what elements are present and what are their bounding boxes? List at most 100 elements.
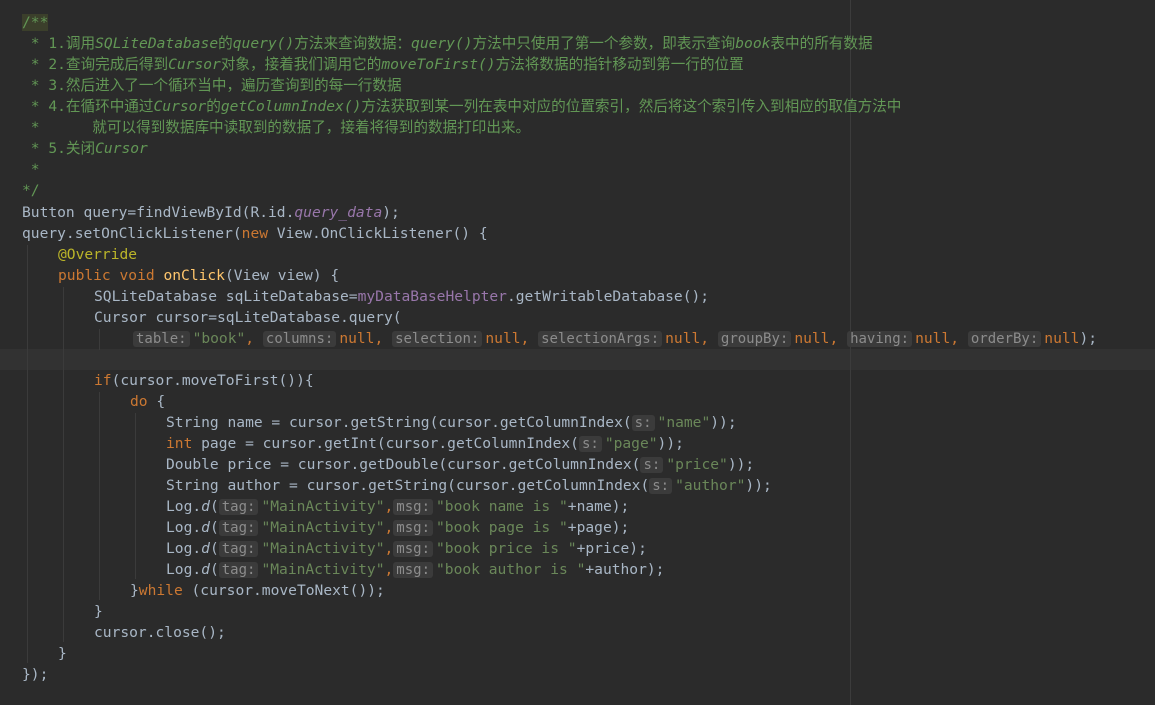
- annotation: @Override: [58, 246, 138, 263]
- comment-text: * 5.关闭: [22, 140, 96, 157]
- code-token: (cursor.moveToNext());: [182, 582, 385, 599]
- string-literal: "name": [657, 414, 711, 431]
- code-token: {: [147, 393, 166, 410]
- code-token: );: [382, 204, 400, 221]
- code-line-3: * 2.查询完成后得到Cursor对象，接着我们调用它的moveToFirst(…: [22, 54, 744, 75]
- code-token: query_data: [294, 204, 383, 221]
- code-line-6: * 就可以得到数据库中读取到的数据了，接着将得到的数据打印出来。: [22, 117, 530, 138]
- string-literal: "book": [192, 330, 246, 347]
- indent-guide: [135, 413, 136, 579]
- code-editor[interactable]: /** * 1.调用SQLiteDatabase的query()方法来查询数据：…: [0, 0, 1155, 705]
- comment-text: 方法中只使用了第一个参数，即表示查询: [472, 35, 736, 52]
- code-token: cursor.close();: [94, 624, 226, 641]
- code-token: (: [209, 540, 219, 557]
- code-line-1: /**: [22, 12, 49, 33]
- comment-text: 表中的所有数据: [770, 35, 873, 52]
- keyword: if: [94, 372, 112, 389]
- code-token: ));: [727, 456, 755, 473]
- code-line-23: String author = cursor.getString(cursor.…: [166, 475, 772, 496]
- param-hint: tag:: [218, 520, 259, 536]
- string-literal: "page": [604, 435, 658, 452]
- code-token: page = cursor.getInt(cursor.getColumnInd…: [192, 435, 579, 452]
- param-hint: columns:: [262, 331, 337, 347]
- param-hint: selection:: [392, 331, 483, 347]
- code-line-4: * 3.然后进入了一个循环当中，遍历查询到的每一行数据: [22, 75, 402, 96]
- code-token: Log.: [166, 540, 202, 557]
- code-token: +author);: [585, 561, 665, 578]
- string-literal: "book page is ": [436, 519, 568, 536]
- param-hint: tag:: [218, 499, 259, 515]
- comment-text: query(): [232, 35, 295, 52]
- code-token: (cursor.moveToFirst()){: [111, 372, 314, 389]
- current-line-highlight: [0, 349, 1155, 370]
- method-name: d: [201, 561, 210, 578]
- code-token: (: [209, 519, 219, 536]
- code-token: Cursor cursor=sqLiteDatabase.query(: [94, 309, 402, 326]
- string-literal: "book author is ": [436, 561, 586, 578]
- comment-text: 对象，接着我们调用它的: [220, 56, 382, 73]
- param-hint: tag:: [218, 541, 259, 557]
- param-hint: having:: [847, 331, 913, 347]
- param-hint: groupBy:: [717, 331, 792, 347]
- param-hint: s:: [640, 457, 664, 473]
- code-token: ,: [950, 330, 960, 347]
- code-line-16: table: "book", columns: null, selection: nu…: [133, 328, 1097, 349]
- code-token: ,: [384, 519, 394, 536]
- code-line-26: Log.d(tag: "MainActivity", msg: "book price…: [166, 538, 647, 559]
- code-line-14: SQLiteDatabase sqLiteDatabase=myDataBase…: [94, 286, 709, 307]
- code-line-20: String name = cursor.getString(cursor.ge…: [166, 412, 737, 433]
- comment-text: query(): [411, 35, 473, 52]
- keyword: null: [485, 330, 521, 347]
- code-line-24: Log.d(tag: "MainActivity", msg: "book name …: [166, 496, 629, 517]
- code-token: ,: [374, 330, 384, 347]
- comment-text: 方法将数据的指针移动到第一行的位置: [495, 56, 744, 73]
- string-literal: "price": [666, 456, 728, 473]
- code-token: ));: [710, 414, 737, 431]
- keyword: null: [339, 330, 375, 347]
- param-hint: msg:: [393, 520, 433, 536]
- comment-text: * 1.调用: [22, 35, 96, 52]
- comment-open: /**: [22, 14, 49, 31]
- comment-text: 的: [218, 35, 233, 52]
- param-hint: tag:: [218, 562, 259, 578]
- code-line-31: }: [58, 643, 67, 664]
- code-line-22: Double price = cursor.getDouble(cursor.g…: [166, 454, 754, 475]
- code-line-8: *: [22, 159, 40, 180]
- string-literal: "MainActivity": [261, 519, 385, 536]
- comment-text: * 2.查询完成后得到: [22, 56, 169, 73]
- param-hint: selectionArgs:: [538, 331, 663, 347]
- code-token: String author = cursor.getString(cursor.…: [166, 477, 650, 494]
- code-line-5: * 4.在循环中通过Cursor的getColumnIndex()方法获取到某一…: [22, 96, 902, 117]
- code-token: SQLiteDatabase sqLiteDatabase=: [94, 288, 358, 305]
- comment-text: moveToFirst(): [381, 56, 496, 73]
- keyword: new: [241, 225, 269, 242]
- code-token: +price);: [576, 540, 647, 557]
- comment-text: * 4.在循环中通过: [22, 98, 154, 115]
- keyword: null: [1044, 330, 1080, 347]
- code-line-29: }: [94, 601, 103, 622]
- keyword: null: [665, 330, 701, 347]
- code-line-10: Button query=findViewById(R.id.query_dat…: [22, 202, 400, 223]
- comment-text: Cursor: [95, 140, 148, 157]
- code-token: (View view) {: [224, 267, 340, 284]
- code-line-9: */: [22, 180, 40, 201]
- string-literal: "MainActivity": [261, 498, 385, 515]
- param-hint: s:: [649, 478, 673, 494]
- string-literal: "book name is ": [436, 498, 568, 515]
- keyword: public: [58, 267, 111, 284]
- param-hint: orderBy:: [967, 331, 1042, 347]
- code-token: +name);: [567, 498, 630, 515]
- code-line-25: Log.d(tag: "MainActivity", msg: "book page …: [166, 517, 629, 538]
- code-token: Log.: [166, 561, 202, 578]
- comment-text: 方法获取到某一列在表中对应的位置索引，然后将这个索引传入到相应的取值方法中: [361, 98, 902, 115]
- comment-text: 方法来查询数据：: [294, 35, 412, 52]
- keyword: do: [130, 393, 148, 410]
- method-name: d: [201, 540, 210, 557]
- indent-guide: [63, 287, 64, 642]
- code-line-13: public void onClick(View view) {: [58, 265, 339, 286]
- keyword: null: [794, 330, 830, 347]
- comment-text: 的: [206, 98, 221, 115]
- string-literal: "MainActivity": [261, 540, 385, 557]
- comment-text: SQLiteDatabase: [95, 35, 219, 52]
- keyword: int: [166, 435, 193, 452]
